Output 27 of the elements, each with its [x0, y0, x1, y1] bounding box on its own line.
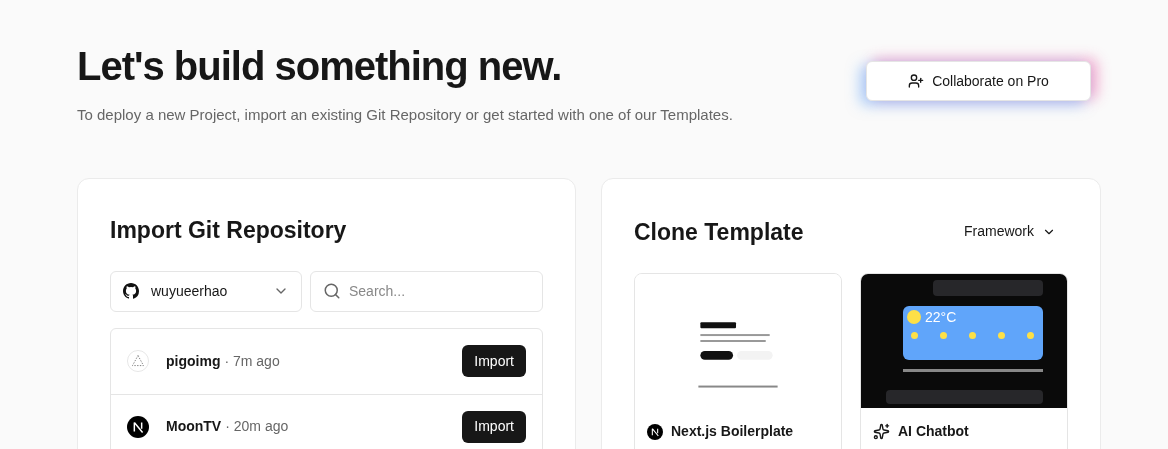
- template-name: Next.js Boilerplate: [671, 422, 794, 441]
- repo-age: · 20m ago: [225, 417, 289, 436]
- n-logo-icon: [127, 415, 149, 438]
- import-button[interactable]: Import: [462, 410, 526, 443]
- collaborate-button[interactable]: Collaborate on Pro: [866, 61, 1091, 101]
- account-dropdown[interactable]: wuyueerhao: [110, 270, 302, 312]
- temperature-text: 22°C: [925, 309, 957, 324]
- template-tile[interactable]: 22°C AI Chatbot: [860, 272, 1068, 449]
- import-button[interactable]: Import: [462, 345, 526, 377]
- template-tile[interactable]: Next.js Boilerplate: [634, 272, 842, 449]
- github-icon: [123, 283, 139, 299]
- search-input[interactable]: Search...: [349, 280, 530, 302]
- framework-dropdown[interactable]: Framework: [964, 221, 1056, 242]
- repo-name: MoonTV: [166, 417, 222, 436]
- repo-name: pigoimg: [166, 351, 221, 371]
- search-icon: [323, 282, 341, 300]
- page-title: Let's build something new.: [77, 43, 563, 90]
- sun-icon: [907, 309, 921, 324]
- sparkles-icon: [873, 423, 890, 440]
- template-name: AI Chatbot: [898, 422, 969, 441]
- add-user-icon: [908, 73, 925, 89]
- repo-age: · 7m ago: [224, 351, 280, 371]
- card-title: Import Git Repository: [110, 215, 348, 245]
- card-title: Clone Template: [634, 217, 804, 247]
- n-logo-icon: [647, 423, 663, 440]
- search-field[interactable]: Search...: [310, 270, 543, 312]
- page-subtitle: To deploy a new Project, import an existing Git Repository or get started with one of our Templates.: [77, 105, 733, 125]
